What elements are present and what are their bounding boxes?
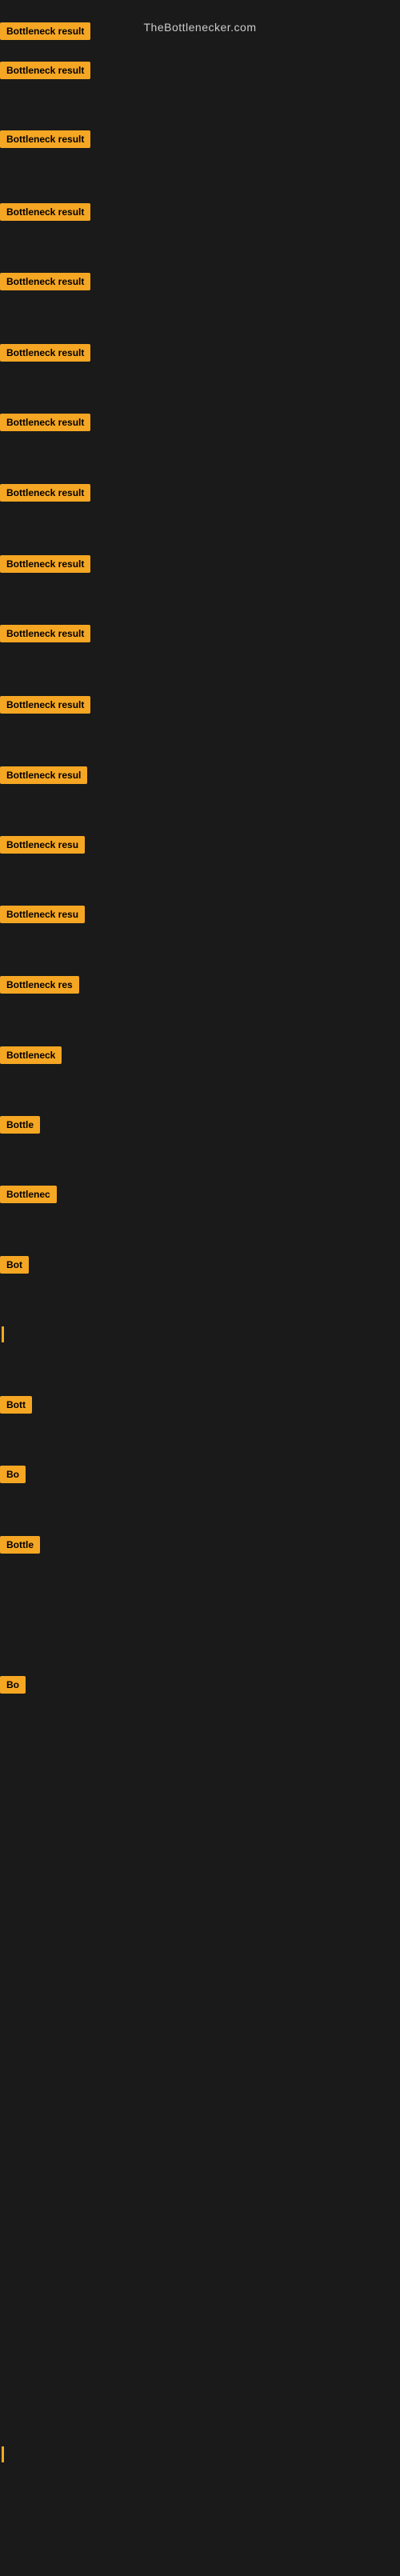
bottleneck-badge-17[interactable]: Bottle (0, 1116, 40, 1134)
bottleneck-badge-25[interactable]: Bo (0, 1676, 26, 1694)
bottleneck-line-20 (2, 1326, 4, 1342)
bottleneck-badge-21[interactable]: Bott (0, 1396, 32, 1414)
bottleneck-badge-7[interactable]: Bottleneck result (0, 414, 90, 431)
bottleneck-badge-18[interactable]: Bottlenec (0, 1186, 57, 1203)
bottleneck-badge-12[interactable]: Bottleneck resul (0, 766, 87, 784)
bottleneck-badge-14[interactable]: Bottleneck resu (0, 906, 85, 923)
bottleneck-badge-16[interactable]: Bottleneck (0, 1046, 62, 1064)
bottleneck-badge-1[interactable]: Bottleneck result (0, 22, 90, 40)
bottleneck-badge-13[interactable]: Bottleneck resu (0, 836, 85, 854)
items-container: Bottleneck result Bottleneck result Bottle… (0, 16, 400, 2576)
bottleneck-badge-11[interactable]: Bottleneck result (0, 696, 90, 714)
bottleneck-badge-4[interactable]: Bottleneck result (0, 203, 90, 221)
bottleneck-badge-3[interactable]: Bottleneck result (0, 130, 90, 148)
bottleneck-badge-15[interactable]: Bottleneck res (0, 976, 79, 994)
bottleneck-badge-2[interactable]: Bottleneck result (0, 62, 90, 79)
bottleneck-badge-6[interactable]: Bottleneck result (0, 344, 90, 362)
bottleneck-badge-8[interactable]: Bottleneck result (0, 484, 90, 502)
bottleneck-badge-19[interactable]: Bot (0, 1256, 29, 1274)
bottleneck-badge-22[interactable]: Bo (0, 1466, 26, 1483)
bottleneck-line-36 (2, 2446, 4, 2462)
bottleneck-badge-9[interactable]: Bottleneck result (0, 555, 90, 573)
bottleneck-badge-23[interactable]: Bottle (0, 1536, 40, 1554)
bottleneck-badge-5[interactable]: Bottleneck result (0, 273, 90, 290)
bottleneck-badge-10[interactable]: Bottleneck result (0, 625, 90, 642)
